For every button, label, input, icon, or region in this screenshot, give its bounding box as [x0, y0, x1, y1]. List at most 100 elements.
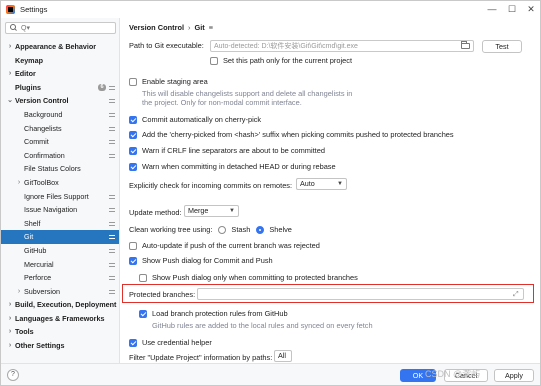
chevron-right-icon[interactable]: › [6, 67, 14, 81]
sidebar-item-keymap[interactable]: Keymap [1, 54, 119, 68]
sidebar-item-label: Git [24, 232, 34, 242]
detached-head-label: Warn when committing in detached HEAD or… [142, 162, 336, 171]
filter-update-value: All [278, 351, 286, 360]
staging-hint-2: the project. Only for non-modal commit i… [142, 98, 302, 107]
sidebar-item-label: Issue Navigation [24, 205, 78, 215]
load-rules-checkbox[interactable] [139, 309, 147, 318]
cherry-pick-row[interactable]: Commit automatically on cherry-pick [129, 115, 261, 124]
stash-radio[interactable] [218, 225, 227, 234]
sidebar-item-label: Shelf [24, 218, 41, 228]
update-method-label: Update method: [129, 208, 182, 217]
chevron-right-icon[interactable]: › [15, 285, 23, 299]
cancel-button[interactable]: Cancel [444, 369, 488, 382]
auto-update-checkbox[interactable] [129, 241, 137, 250]
credential-helper-checkbox[interactable] [129, 338, 137, 347]
sidebar-item-github[interactable]: GitHub [1, 244, 119, 258]
staging-row[interactable]: Enable staging area [129, 77, 208, 86]
sidebar-item-issue-navigation[interactable]: Issue Navigation [1, 203, 119, 217]
sidebar-item-gittoolbox[interactable]: › GitToolBox [1, 176, 119, 190]
sidebar-item-editor[interactable]: › Editor [1, 67, 119, 81]
breadcrumb-parent[interactable]: Version Control [129, 23, 184, 32]
auto-update-row[interactable]: Auto-update if push of the current branc… [129, 241, 320, 250]
crlf-warning-row[interactable]: Warn if CRLF line separators are about t… [129, 146, 325, 155]
ok-button[interactable]: OK [400, 369, 436, 382]
clean-tree-row: Clean working tree using: Stash Shelve [129, 225, 292, 234]
project-scope-icon [109, 194, 115, 200]
sidebar-item-background[interactable]: Background [1, 108, 119, 122]
sidebar-item-perforce[interactable]: Perforce [1, 271, 119, 285]
browse-folder-icon[interactable] [461, 41, 470, 49]
test-button[interactable]: Test [482, 40, 522, 53]
stash-label: Stash [231, 225, 251, 234]
sidebar-item-build-execution-deployment[interactable]: › Build, Execution, Deployment [1, 298, 119, 312]
push-dialog-row[interactable]: Show Push dialog for Commit and Push [129, 256, 273, 265]
chevron-right-icon[interactable]: › [6, 40, 14, 54]
sidebar-item-label: Tools [15, 327, 34, 337]
load-rules-row[interactable]: Load branch protection rules from GitHub [139, 309, 288, 318]
sidebar-item-other-settings[interactable]: › Other Settings [1, 339, 119, 353]
help-button[interactable]: ? [7, 369, 19, 381]
credential-helper-label: Use credential helper [142, 338, 212, 347]
git-path-row: Path to Git executable: [129, 41, 204, 50]
git-path-field[interactable] [210, 40, 474, 52]
load-rules-label: Load branch protection rules from GitHub [152, 309, 288, 318]
set-path-project-row[interactable]: Set this path only for the current proje… [210, 56, 352, 65]
sidebar-item-changelists[interactable]: Changelists [1, 122, 119, 136]
sidebar-item-subversion[interactable]: › Subversion [1, 285, 119, 299]
git-path-input[interactable] [211, 41, 473, 52]
sidebar-item-confirmation[interactable]: Confirmation [1, 149, 119, 163]
push-dialog-checkbox[interactable] [129, 256, 137, 265]
crlf-warning-checkbox[interactable] [129, 146, 137, 155]
sidebar-item-git[interactable]: Git [1, 230, 119, 244]
sidebar-item-label: Ignore Files Support [24, 191, 89, 201]
sidebar-item-label: Version Control [15, 96, 69, 106]
push-protected-checkbox[interactable] [139, 273, 147, 282]
credential-helper-row[interactable]: Use credential helper [129, 338, 212, 347]
load-rules-hint: GitHub rules are added to the local rule… [152, 321, 373, 330]
settings-search[interactable] [5, 22, 116, 34]
chevron-right-icon[interactable]: › [6, 298, 14, 312]
minimize-button[interactable]: — [486, 3, 498, 15]
maximize-button[interactable]: ☐ [506, 3, 518, 15]
sidebar-item-ignore-files-support[interactable]: Ignore Files Support [1, 190, 119, 204]
sidebar-item-tools[interactable]: › Tools [1, 325, 119, 339]
chevron-right-icon[interactable]: › [6, 325, 14, 339]
chevron-down-icon[interactable]: ⌄ [6, 94, 14, 108]
push-dialog-label: Show Push dialog for Commit and Push [142, 256, 273, 265]
sidebar-item-file-status-colors[interactable]: File Status Colors [1, 162, 119, 176]
filter-update-select[interactable]: All [274, 350, 292, 362]
update-method-select[interactable]: Merge ▼ [184, 205, 239, 217]
sidebar-item-commit[interactable]: Commit [1, 135, 119, 149]
staging-checkbox[interactable] [129, 77, 137, 86]
chevron-right-icon[interactable]: › [6, 312, 14, 326]
chevron-right-icon[interactable]: › [6, 339, 14, 353]
settings-tree: › Appearance & Behavior Keymap › Editor Plugi… [1, 40, 119, 353]
filter-update-row: Filter "Update Project" information by p… [129, 353, 272, 362]
sidebar-item-label: Mercurial [24, 259, 54, 269]
apply-button[interactable]: Apply [494, 369, 534, 382]
set-path-project-checkbox[interactable] [210, 56, 218, 65]
sidebar-item-label: Build, Execution, Deployment [15, 300, 117, 310]
shelve-radio[interactable] [256, 225, 265, 234]
plugin-updates-badge: 6 [98, 83, 106, 91]
sidebar-item-shelf[interactable]: Shelf [1, 217, 119, 231]
project-scope-icon [109, 234, 115, 240]
close-button[interactable]: ✕ [525, 3, 537, 15]
sidebar-item-appearance-behavior[interactable]: › Appearance & Behavior [1, 40, 119, 54]
git-path-label: Path to Git executable: [129, 41, 204, 50]
detached-head-row[interactable]: Warn when committing in detached HEAD or… [129, 162, 336, 171]
sidebar-item-version-control[interactable]: ⌄ Version Control [1, 94, 119, 108]
settings-sidebar: ›Appearance & BehaviorKeymap ›EditorPlugi… [1, 18, 120, 363]
sidebar-item-languages-frameworks[interactable]: › Languages & Frameworks [1, 312, 119, 326]
push-protected-row[interactable]: Show Push dialog only when committing to… [139, 273, 358, 282]
detached-head-checkbox[interactable] [129, 162, 137, 171]
cherry-pick-checkbox[interactable] [129, 115, 137, 124]
chevron-right-icon[interactable]: › [15, 176, 23, 190]
sidebar-item-plugins[interactable]: Plugins 6 [1, 81, 119, 95]
incoming-commits-select[interactable]: Auto ▼ [296, 178, 347, 190]
sidebar-item-label: Keymap [15, 55, 43, 65]
cherry-pick-suffix-checkbox[interactable] [129, 130, 137, 139]
search-input[interactable] [21, 24, 111, 32]
sidebar-item-mercurial[interactable]: Mercurial [1, 258, 119, 272]
cherry-pick-suffix-row[interactable]: Add the 'cherry-picked from <hash>' suff… [129, 130, 454, 139]
